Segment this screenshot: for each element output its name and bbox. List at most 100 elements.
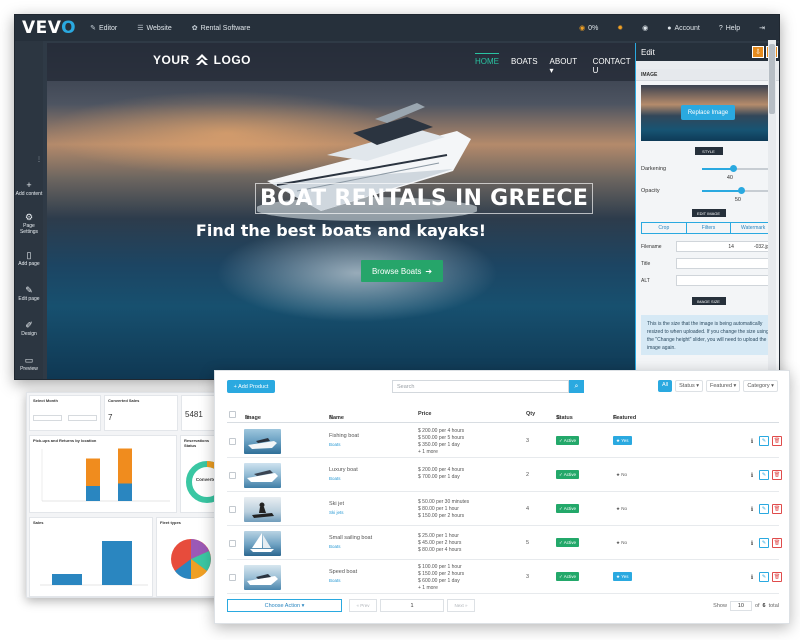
- file-icon: ▯: [26, 250, 32, 260]
- info-icon[interactable]: ℹ: [748, 540, 756, 547]
- choose-action-dropdown[interactable]: Choose Action ▾: [227, 599, 342, 612]
- help-button[interactable]: ? Help: [719, 25, 740, 32]
- month-select[interactable]: [33, 415, 62, 421]
- nav-website[interactable]: ☰ Website: [137, 24, 171, 33]
- menu-home[interactable]: HOME: [475, 53, 499, 75]
- info-icon[interactable]: ℹ: [748, 574, 756, 581]
- nav-rental-software[interactable]: ✿ Rental Software: [192, 24, 251, 33]
- nav-editor[interactable]: ✎ Editor: [90, 24, 117, 33]
- table-row[interactable]: Small sailing boat Boats $ 25.00 per 1 h…: [227, 527, 782, 560]
- product-category[interactable]: Boats: [329, 442, 341, 447]
- product-name[interactable]: Ski jet: [329, 501, 344, 507]
- edit-button[interactable]: ✎: [759, 572, 769, 582]
- row-checkbox[interactable]: [229, 574, 236, 581]
- edit-button[interactable]: ✎: [759, 538, 769, 548]
- editor-scrollbar[interactable]: [768, 40, 776, 370]
- delete-button[interactable]: 🗑: [772, 538, 782, 548]
- delete-button[interactable]: 🗑: [772, 572, 782, 582]
- status-badge[interactable]: ✓ Active: [556, 504, 580, 513]
- status-badge[interactable]: ✓ Active: [556, 436, 580, 445]
- delete-button[interactable]: 🗑: [772, 504, 782, 514]
- alt-input[interactable]: [676, 275, 776, 286]
- table-row[interactable]: Ski jet Ski jets $ 50.00 per 30 minutes $…: [227, 493, 782, 526]
- preview-eye-button[interactable]: ◉: [642, 24, 648, 32]
- filter-status[interactable]: Status ▾: [675, 380, 704, 392]
- table-row[interactable]: Fishing boat Boats $ 200.00 per 4 hours $…: [227, 425, 782, 458]
- tool-design[interactable]: ✐ Design: [15, 311, 43, 346]
- hero-title[interactable]: BOAT RENTALS IN GREECE: [255, 183, 594, 214]
- info-icon[interactable]: ℹ: [748, 506, 756, 513]
- info-icon[interactable]: ℹ: [748, 472, 756, 479]
- filter-bar: All Status ▾ Featured ▾ Category ▾: [658, 380, 778, 392]
- tool-add-page[interactable]: ▯ Add page: [15, 241, 43, 276]
- filename-input[interactable]: 14 -032.jpg: [676, 241, 776, 252]
- account-button[interactable]: ● Account: [667, 25, 700, 32]
- product-name[interactable]: Small sailing boat: [329, 535, 372, 541]
- row-checkbox[interactable]: [229, 540, 236, 547]
- select-all-checkbox[interactable]: [229, 411, 236, 418]
- product-category[interactable]: Boats: [329, 476, 341, 481]
- site-logo[interactable]: YOUR LOGO: [153, 52, 251, 68]
- per-page-select[interactable]: 10: [729, 601, 752, 611]
- menu-boats[interactable]: BOATS: [511, 57, 538, 75]
- table-header: ⇅ Image ⇅ Name Price Qty ⇅ Status ⇅ Feat…: [227, 407, 779, 423]
- menu-about[interactable]: ABOUT ▾: [550, 57, 581, 75]
- add-product-button[interactable]: + Add Product: [227, 380, 275, 393]
- featured-badge[interactable]: ★ Yes: [613, 572, 632, 581]
- replace-image-button[interactable]: Replace Image: [681, 105, 735, 120]
- download-button[interactable]: ⇩: [752, 46, 764, 58]
- delete-button[interactable]: 🗑: [772, 470, 782, 480]
- product-category[interactable]: Ski jets: [329, 510, 344, 515]
- product-name[interactable]: Speed boat: [329, 569, 357, 575]
- delete-button[interactable]: 🗑: [772, 436, 782, 446]
- filter-all[interactable]: All: [658, 380, 673, 392]
- edit-button[interactable]: ✎: [759, 436, 769, 446]
- logout-button[interactable]: ⇥: [759, 24, 765, 32]
- browse-boats-button[interactable]: Browse Boats ➔: [361, 260, 443, 282]
- product-category[interactable]: Boats: [329, 544, 341, 549]
- filter-category[interactable]: Category ▾: [743, 380, 778, 392]
- title-input[interactable]: [676, 258, 776, 269]
- featured-badge[interactable]: ★ Yes: [613, 436, 632, 445]
- row-checkbox[interactable]: [229, 506, 236, 513]
- featured-badge[interactable]: ★ No: [613, 538, 630, 547]
- row-checkbox[interactable]: [229, 438, 236, 445]
- filter-featured[interactable]: Featured ▾: [706, 380, 741, 392]
- tool-page-settings[interactable]: ⚙ Page Settings: [15, 206, 43, 241]
- edit-button[interactable]: ✎: [759, 504, 769, 514]
- prev-page-button[interactable]: « Prev: [349, 599, 377, 612]
- search-input[interactable]: Search: [392, 380, 569, 393]
- product-name[interactable]: Fishing boat: [329, 433, 359, 439]
- search-button[interactable]: ⌕: [569, 380, 584, 393]
- edit-button[interactable]: ✎: [759, 470, 769, 480]
- hero-subtitle[interactable]: Find the best boats and kayaks!: [47, 221, 635, 240]
- year-select[interactable]: [68, 415, 97, 421]
- table-row[interactable]: Luxury boat Boats $ 200.00 per 4 hours $ …: [227, 459, 782, 492]
- product-category[interactable]: Boats: [329, 578, 341, 583]
- featured-badge[interactable]: ★ No: [613, 504, 630, 513]
- drag-handle-icon[interactable]: ⋮: [36, 156, 42, 163]
- status-badge[interactable]: ✓ Active: [556, 538, 580, 547]
- menu-contact[interactable]: CONTACT U: [593, 57, 635, 75]
- row-checkbox[interactable]: [229, 472, 236, 479]
- table-row[interactable]: Speed boat Boats $ 100.00 per 1 hour $ 15…: [227, 561, 782, 594]
- opacity-slider[interactable]: [702, 187, 776, 194]
- tool-preview[interactable]: ▭ Preview: [15, 346, 43, 379]
- brand-logo[interactable]: VEVO: [15, 18, 90, 38]
- info-icon[interactable]: ℹ: [748, 438, 756, 445]
- tab-crop[interactable]: Crop: [642, 223, 687, 233]
- page-input[interactable]: 1: [380, 599, 444, 612]
- tab-filters[interactable]: Filters: [687, 223, 732, 233]
- next-page-button[interactable]: Next »: [447, 599, 475, 612]
- scroll-thumb[interactable]: [769, 44, 775, 114]
- progress-indicator[interactable]: ◉ 0%: [579, 24, 598, 33]
- tool-edit-page[interactable]: ✎ Edit page: [15, 276, 43, 311]
- product-name[interactable]: Luxury boat: [329, 467, 358, 473]
- darkening-slider[interactable]: [702, 165, 776, 172]
- status-badge[interactable]: ✓ Active: [556, 572, 580, 581]
- featured-badge[interactable]: ★ No: [613, 470, 630, 479]
- tool-add-content[interactable]: + Add content: [15, 171, 43, 206]
- edit-image-tabs: Crop Filters Watermark: [641, 222, 776, 234]
- status-badge[interactable]: ✓ Active: [556, 470, 580, 479]
- tips-button[interactable]: ✹: [617, 24, 623, 32]
